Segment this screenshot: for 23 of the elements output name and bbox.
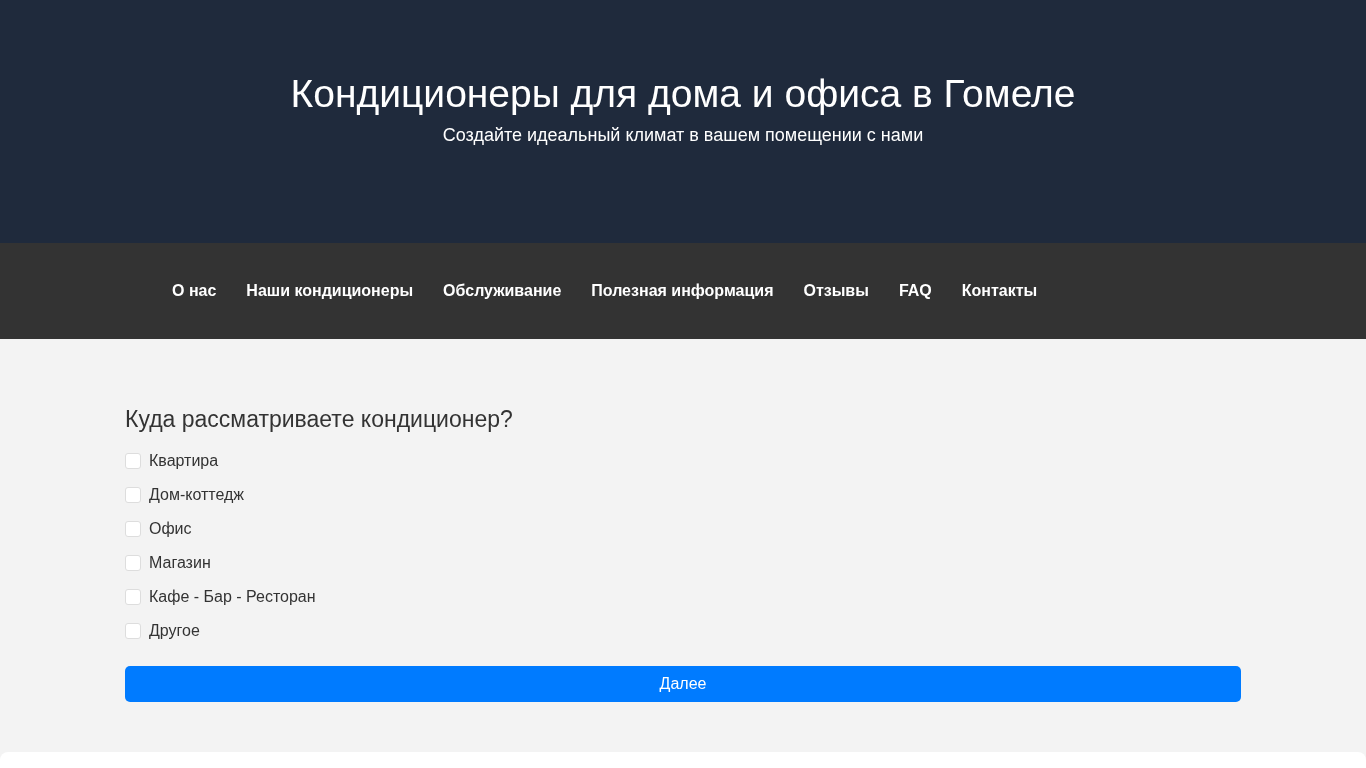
nav-link[interactable]: Контакты bbox=[946, 276, 1053, 306]
checkbox[interactable] bbox=[125, 487, 141, 503]
quiz-question: Куда рассматриваете кондиционер? bbox=[125, 405, 513, 434]
page-subtitle: Создайте идеальный климат в вашем помещении с нами bbox=[442, 124, 924, 146]
option-label: Квартира bbox=[149, 451, 219, 471]
option-label: Дом-коттедж bbox=[149, 485, 245, 505]
checkbox[interactable] bbox=[125, 589, 141, 605]
option-label: Кафе - Бар - Ресторан bbox=[149, 587, 316, 607]
nav-link[interactable]: О нас bbox=[157, 276, 232, 306]
nav-link[interactable]: Полезная информация bbox=[576, 276, 789, 306]
option-label: Офис bbox=[149, 519, 192, 539]
nav-link[interactable]: Наши кондиционеры bbox=[231, 276, 429, 306]
nav-link[interactable]: Обслуживание bbox=[428, 276, 577, 306]
checkbox[interactable] bbox=[125, 623, 141, 639]
page-title: Кондиционеры для дома и офиса в Гомеле bbox=[290, 71, 1076, 117]
next-button[interactable]: Далее bbox=[125, 666, 1241, 702]
option-label: Магазин bbox=[149, 553, 211, 573]
option-label: Другое bbox=[149, 621, 200, 641]
checkbox[interactable] bbox=[125, 521, 141, 537]
nav-link[interactable]: Отзывы bbox=[788, 276, 884, 306]
checkbox[interactable] bbox=[125, 555, 141, 571]
nav-link[interactable]: FAQ bbox=[883, 276, 947, 306]
checkbox[interactable] bbox=[125, 453, 141, 469]
